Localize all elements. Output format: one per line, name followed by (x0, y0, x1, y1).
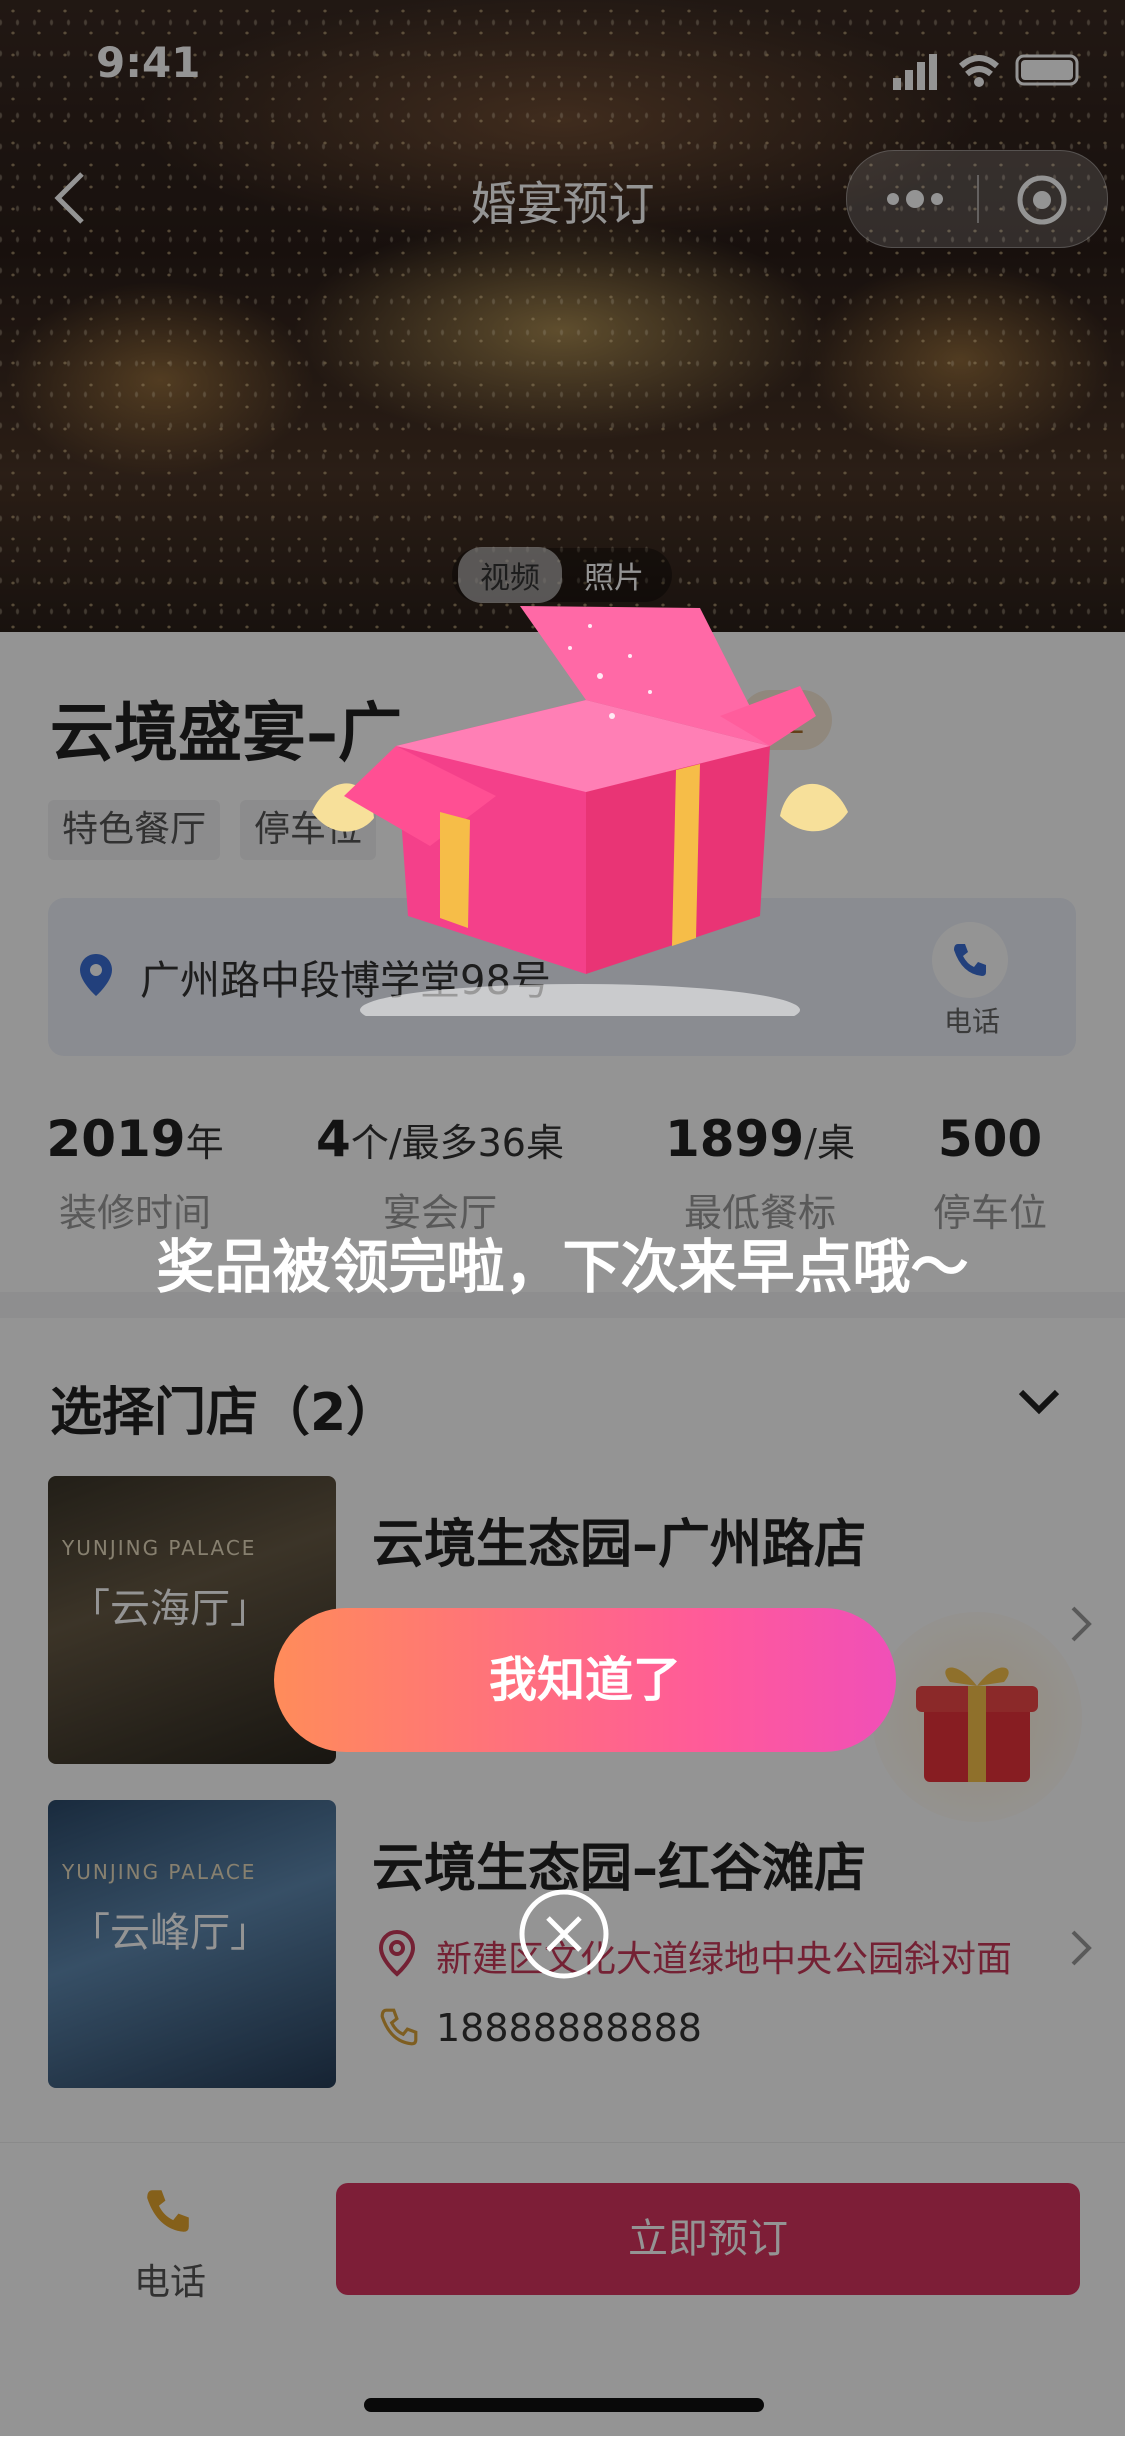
close-icon[interactable] (518, 1888, 610, 1980)
open-gift-box-icon (312, 606, 848, 1016)
modal-message: 奖品被领完啦，下次来早点哦～ (156, 1233, 969, 1301)
modal-overlay[interactable] (0, 0, 1125, 2436)
got-it-button[interactable]: 我知道了 (274, 1608, 896, 1752)
